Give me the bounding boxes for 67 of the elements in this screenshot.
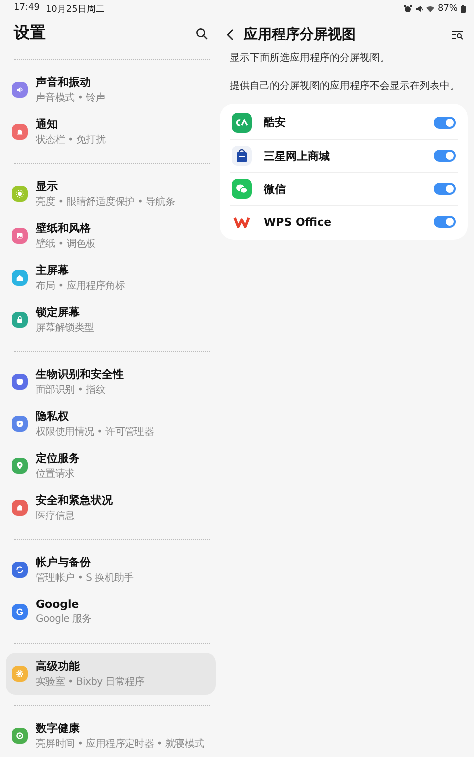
item-subtitle: 声音模式 • 铃声 — [36, 92, 106, 105]
item-title: 锁定屏幕 — [36, 305, 81, 320]
item-subtitle: 实验室 • Bixby 日常程序 — [36, 676, 144, 689]
settings-item[interactable]: 锁定屏幕 屏幕解锁类型 — [6, 299, 216, 341]
item-title: 通知 — [36, 117, 59, 132]
item-subtitle: 医疗信息 — [36, 510, 76, 523]
item-subtitle: 布局 • 应用程序角标 — [36, 280, 125, 293]
back-icon[interactable] — [226, 29, 236, 41]
page-title: 应用程序分屏视图 — [244, 26, 357, 44]
item-subtitle: 亮度 • 眼睛舒适度保护 • 导航条 — [36, 196, 176, 209]
item-title: 定位服务 — [36, 451, 80, 466]
item-subtitle: 位置请求 — [36, 468, 76, 481]
battery-percentage: 87% — [438, 4, 458, 14]
app-name: 酷安 — [264, 115, 287, 130]
item-title: 隐私权 — [36, 409, 70, 424]
item-title: 帐户与备份 — [36, 555, 92, 570]
item-subtitle: 面部识别 • 指纹 — [36, 384, 107, 397]
shopping-bag-icon — [232, 146, 252, 166]
alarm-icon — [404, 5, 412, 13]
item-subtitle: 状态栏 • 免打扰 — [36, 134, 106, 147]
toggle-switch[interactable] — [434, 150, 456, 162]
toggle-switch[interactable] — [434, 116, 456, 128]
item-subtitle: 亮屏时间 • 应用程序定时器 • 就寝模式 — [36, 738, 204, 751]
app-logo-icon — [232, 112, 252, 132]
app-name: WPS Office — [264, 216, 333, 228]
settings-item[interactable]: 显示 亮度 • 眼睛舒适度保护 • 导航条 — [6, 173, 216, 215]
chat-bubbles-icon — [232, 179, 252, 199]
item-title: 高级功能 — [36, 659, 81, 674]
item-title: 声音和振动 — [36, 75, 92, 90]
wifi-icon — [426, 5, 435, 13]
settings-item[interactable]: 数字健康 亮屏时间 • 应用程序定时器 • 就寝模式 — [6, 715, 216, 757]
mute-icon — [414, 5, 423, 13]
item-subtitle: Google 服务 — [36, 613, 92, 626]
settings-item[interactable]: 壁纸和风格 壁纸 • 调色板 — [6, 215, 216, 257]
settings-item[interactable]: 高级功能 实验室 • Bixby 日常程序 — [6, 653, 216, 695]
item-subtitle: 壁纸 • 调色板 — [36, 238, 96, 251]
item-title: 显示 — [36, 179, 59, 194]
item-title: Google — [36, 598, 80, 611]
item-title: 安全和紧急状况 — [36, 493, 113, 508]
filter-search-icon[interactable] — [452, 30, 464, 40]
item-subtitle: 管理帐户 • S 换机助手 — [36, 572, 134, 585]
search-icon[interactable] — [196, 28, 208, 40]
date-text: 10月25日周二 — [46, 4, 105, 16]
settings-item[interactable]: Google Google 服务 — [6, 591, 216, 633]
item-title: 生物识别和安全性 — [36, 367, 124, 382]
description-text: 显示下面所选应用程序的分屏视图。 — [230, 52, 391, 66]
item-subtitle: 权限使用情况 • 许可管理器 — [36, 426, 154, 439]
settings-item[interactable]: 安全和紧急状况 医疗信息 — [6, 487, 216, 529]
settings-title: 设置 — [14, 23, 46, 44]
settings-item[interactable]: 主屏幕 布局 • 应用程序角标 — [6, 257, 216, 299]
settings-item[interactable]: 定位服务 位置请求 — [6, 445, 216, 487]
settings-item[interactable]: 通知 状态栏 • 免打扰 — [6, 111, 216, 153]
clock-time: 17:49 — [14, 2, 40, 14]
item-title: 数字健康 — [36, 721, 81, 736]
app-name: 三星网上商城 — [264, 148, 331, 164]
item-subtitle: 屏幕解锁类型 — [36, 322, 94, 335]
settings-item[interactable]: 声音和振动 声音模式 • 铃声 — [6, 69, 216, 111]
description-text: 提供自己的分屏视图的应用程序不会显示在列表中。 — [230, 80, 461, 94]
app-name: 微信 — [264, 182, 287, 196]
settings-item[interactable]: 帐户与备份 管理帐户 • S 换机助手 — [6, 549, 216, 591]
settings-item[interactable]: 生物识别和安全性 面部识别 • 指纹 — [6, 361, 216, 403]
battery-icon — [461, 5, 466, 13]
toggle-switch[interactable] — [434, 183, 456, 195]
toggle-switch[interactable] — [434, 216, 456, 228]
settings-item[interactable]: 隐私权 权限使用情况 • 许可管理器 — [6, 403, 216, 445]
item-title: 主屏幕 — [36, 263, 70, 278]
item-title: 壁纸和风格 — [36, 221, 92, 236]
